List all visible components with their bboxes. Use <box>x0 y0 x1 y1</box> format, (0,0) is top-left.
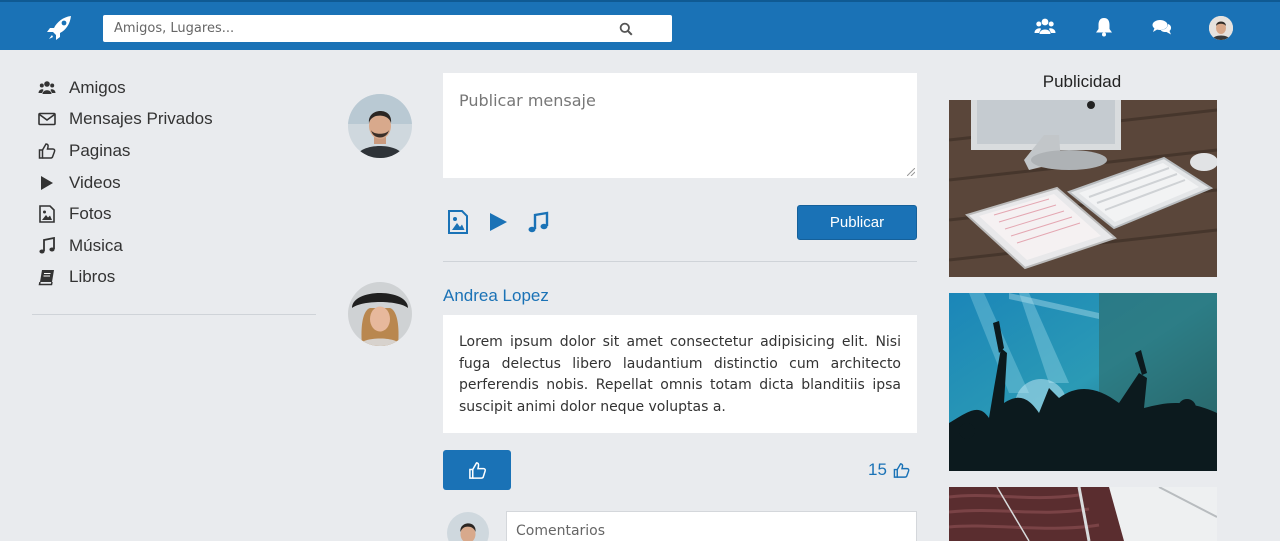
thumbs-up-icon <box>38 142 56 160</box>
sidebar-divider <box>32 314 316 315</box>
top-navbar <box>0 0 1280 50</box>
sidebar-item-label: Paginas <box>69 140 131 160</box>
music-icon <box>38 236 56 255</box>
search-icon[interactable] <box>619 22 633 36</box>
sidebar-menu: Amigos Mensajes Privados Paginas Videos <box>32 72 316 293</box>
music-icon[interactable] <box>526 210 550 234</box>
comment-box <box>506 511 917 541</box>
sidebar-item-fotos[interactable]: Fotos <box>32 198 316 230</box>
composer-box <box>443 73 917 178</box>
publish-button[interactable]: Publicar <box>797 205 917 240</box>
thumbs-up-icon <box>893 462 910 478</box>
like-button[interactable] <box>443 450 511 490</box>
friends-icon[interactable] <box>1034 16 1056 38</box>
comment-input[interactable] <box>507 512 916 541</box>
current-user-avatar[interactable] <box>348 94 412 158</box>
like-count-value: 15 <box>868 460 887 479</box>
ad-image-concert[interactable] <box>949 293 1217 471</box>
feed-divider <box>443 261 917 262</box>
sidebar-item-label: Fotos <box>69 204 112 224</box>
ads-heading: Publicidad <box>1042 72 1122 91</box>
post-text: Lorem ipsum dolor sit amet consectetur a… <box>459 334 901 415</box>
post-author-name[interactable]: Andrea Lopez <box>443 286 549 306</box>
sidebar-item-label: Amigos <box>69 77 126 97</box>
ad-image-desk[interactable] <box>949 100 1217 277</box>
users-icon <box>38 79 56 97</box>
sidebar-item-label: Mensajes Privados <box>69 109 213 129</box>
search-input[interactable] <box>103 15 603 42</box>
sidebar-item-label: Música <box>69 235 123 255</box>
sidebar-item-musica[interactable]: Música <box>32 230 316 262</box>
bell-icon[interactable] <box>1093 16 1115 38</box>
ad-image-sailboat[interactable] <box>949 487 1217 541</box>
sidebar-item-paginas[interactable]: Paginas <box>32 135 316 167</box>
avatar[interactable] <box>1209 16 1233 40</box>
sidebar-item-mensajes[interactable]: Mensajes Privados <box>32 104 316 136</box>
sidebar-item-videos[interactable]: Videos <box>32 167 316 199</box>
sidebar-item-label: Libros <box>69 267 116 287</box>
image-icon <box>38 205 56 223</box>
chat-icon[interactable] <box>1151 16 1173 38</box>
like-counter: 15 <box>868 460 910 480</box>
rocket-icon[interactable] <box>46 15 74 41</box>
thumbs-up-icon <box>468 461 486 479</box>
post-message-input[interactable] <box>443 73 917 178</box>
book-icon <box>38 268 56 286</box>
post-author-avatar[interactable] <box>348 282 412 346</box>
search-bar <box>103 15 672 42</box>
sidebar-item-label: Videos <box>69 172 121 192</box>
post-content: Lorem ipsum dolor sit amet consectetur a… <box>443 315 917 433</box>
video-icon[interactable] <box>486 210 510 234</box>
sidebar-item-libros[interactable]: Libros <box>32 262 316 294</box>
image-icon[interactable] <box>446 210 470 234</box>
play-icon <box>38 174 56 192</box>
comment-user-avatar[interactable] <box>447 512 489 541</box>
envelope-icon <box>38 110 56 128</box>
sidebar-item-amigos[interactable]: Amigos <box>32 72 316 104</box>
resize-handle[interactable] <box>907 168 915 176</box>
